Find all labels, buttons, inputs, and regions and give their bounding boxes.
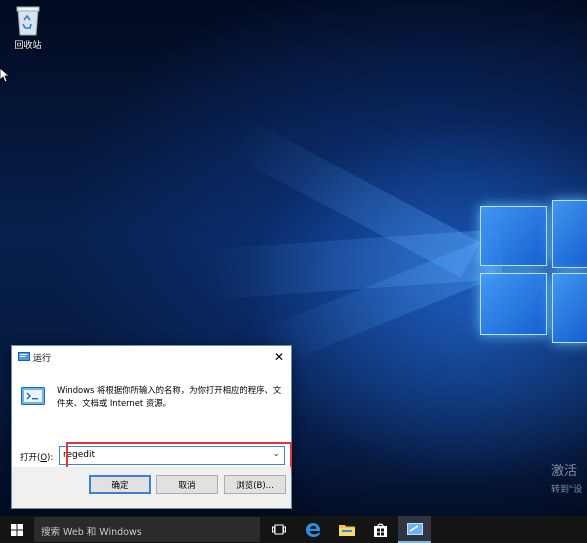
store-button[interactable] [364,516,397,543]
open-label-text: 打开( [20,453,41,463]
dialog-description: Windows 将根据你所输入的名称，为你打开相应的程序、文件夹、文档或 Int… [57,385,282,408]
dialog-title: 运行 [33,354,52,364]
start-button[interactable] [0,516,33,543]
close-icon: ✕ [273,350,285,364]
open-label: 打开(O): [20,451,53,463]
dialog-body: Windows 将根据你所输入的名称，为你打开相应的程序、文件夹、文档或 Int… [12,368,292,474]
edge-icon [305,522,320,537]
windows-logo-pane [552,273,587,343]
ok-button[interactable]: 确定 [89,475,151,494]
watermark-subtitle: 转到"设 [551,485,583,495]
taskbar: 搜索 Web 和 Windows [0,516,587,543]
mouse-cursor-icon [0,68,10,83]
task-view-icon [271,524,286,535]
search-placeholder: 搜索 Web 和 Windows [41,527,142,538]
activation-watermark: 激活 转到"设 [551,460,582,495]
run-taskbar-button[interactable] [398,516,431,543]
run-dialog: 运行 ✕ Windows 将根据你所输入的名称，为你打开相应的程序、文件夹、文档… [11,345,292,509]
recycle-bin-icon [16,6,40,36]
recycle-bin-label: 回收站 [14,41,42,51]
taskbar-search-box[interactable]: 搜索 Web 和 Windows [34,517,260,542]
dialog-titlebar[interactable]: 运行 ✕ [12,346,291,368]
cancel-button[interactable]: 取消 [156,475,218,494]
recycle-bin[interactable]: 回收站 [6,4,50,51]
windows-logo-pane [480,206,547,266]
windows-logo-pane [552,200,587,268]
open-label-end: ): [47,453,54,463]
file-explorer-button[interactable] [330,516,363,543]
run-icon [18,352,30,361]
browse-button[interactable]: 浏览(B)... [224,475,286,494]
task-view-button[interactable] [262,516,295,543]
windows-start-icon [10,523,23,536]
watermark-title: 激活 [551,464,578,479]
run-program-icon [21,387,45,405]
windows-logo-pane [480,273,547,335]
edge-button[interactable] [296,516,329,543]
dialog-footer: 确定 取消 浏览(B)... [12,467,291,508]
file-explorer-icon [338,525,355,536]
store-icon [374,523,387,537]
run-icon [406,522,423,535]
close-button[interactable]: ✕ [267,346,291,368]
